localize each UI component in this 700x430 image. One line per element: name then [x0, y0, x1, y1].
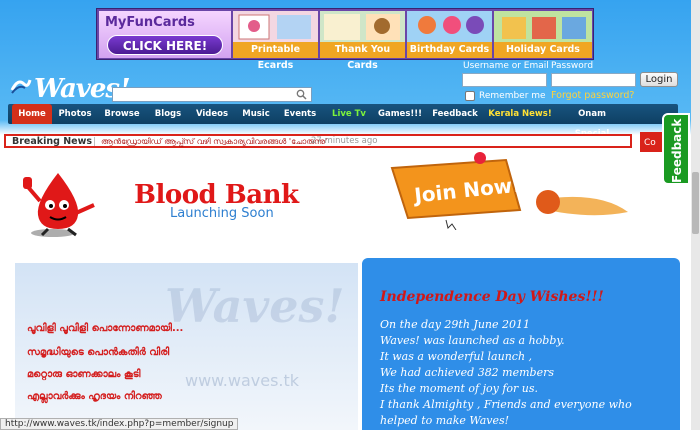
panel-line: helped to make Waves!: [380, 414, 510, 427]
ad-tile-thankyou[interactable]: Thank You Cards: [320, 11, 405, 71]
ad-tile-label: Printable Ecards: [233, 42, 318, 71]
nav-events[interactable]: Events: [280, 104, 320, 124]
ad-tile-label: Thank You Cards: [320, 42, 405, 71]
onam-line: എല്ലാവർക്കും ഹൃദയം നിറഞ്ഞ: [27, 391, 162, 402]
panel-title: Independence Day Wishes!!!: [380, 289, 604, 305]
panel-line: I thank Almighty , Friends and everyone …: [380, 398, 632, 411]
watermark-logo: Waves!: [165, 279, 345, 333]
login-button[interactable]: Login: [640, 72, 678, 87]
breaking-news-time: 27 minutes ago: [311, 136, 378, 146]
join-now-button[interactable]: Join Now!: [388, 150, 633, 230]
breaking-news-headline[interactable]: ആൻഡ്രോയിഡ് ആപ്പ്സ് വഴി സ്വകാര്യവിവരങ്ങൾ …: [101, 136, 327, 147]
feedback-tab[interactable]: Feedback: [662, 113, 690, 185]
ad-tile-printable[interactable]: Printable Ecards: [233, 11, 318, 71]
blood-drop-mascot-icon: [23, 173, 95, 237]
ad-tile-label: Birthday Cards: [407, 42, 492, 58]
ad-brand-name: MyFunCards: [105, 15, 195, 30]
divider: [94, 137, 95, 146]
main-nav: Home Photos Browse Blogs Videos Music Ev…: [8, 104, 678, 139]
card-art-icon: [407, 11, 492, 42]
card-art-icon: [233, 11, 318, 42]
panel-line: It was a wonderful launch ,: [380, 350, 533, 363]
nav-home[interactable]: Home: [12, 104, 52, 124]
banner-ad[interactable]: MyFunCards CLICK HERE! Printable Ecards …: [96, 8, 594, 71]
forgot-password-link[interactable]: Forgot password?: [551, 90, 634, 101]
panel-line: On the day 29th June 2011: [380, 318, 530, 331]
onam-panel: Waves! www.waves.tk പൂവിളി പൂവിളി പൊന്നോ…: [15, 263, 358, 430]
search-icon[interactable]: [296, 89, 307, 100]
nav-music[interactable]: Music: [238, 104, 274, 124]
watermark-url: www.waves.tk: [185, 371, 300, 390]
scrollbar-thumb[interactable]: [692, 172, 699, 234]
ad-tile-holiday[interactable]: Holiday Cards: [494, 11, 592, 58]
nav-onam-special[interactable]: Onam Special: [560, 104, 624, 139]
blood-bank-subtitle: Launching Soon: [170, 206, 274, 221]
search-input[interactable]: [112, 87, 312, 102]
password-label: Password: [551, 61, 594, 71]
panel-line: Waves! was launched as a hobby.: [380, 334, 565, 347]
ad-brand-panel[interactable]: MyFunCards CLICK HERE!: [99, 11, 231, 58]
onam-line: പൂവിളി പൂവിളി പൊന്നോണമായി...: [27, 323, 184, 334]
ad-tile-label: Holiday Cards: [494, 42, 592, 58]
breaking-news-label: Breaking News: [12, 136, 93, 147]
panel-line: We had achieved 382 members: [380, 366, 555, 379]
independence-day-panel: Independence Day Wishes!!! On the day 29…: [362, 258, 680, 430]
nav-videos[interactable]: Videos: [192, 104, 232, 124]
ad-tile-birthday[interactable]: Birthday Cards: [407, 11, 492, 58]
nav-games[interactable]: Games!!!: [376, 104, 424, 124]
nav-live-tv[interactable]: Live Tv: [328, 104, 370, 124]
ad-click-here-button[interactable]: CLICK HERE!: [107, 35, 223, 55]
status-bar-url: http://www.waves.tk/index.php?p=member/s…: [0, 418, 239, 430]
nav-blogs[interactable]: Blogs: [150, 104, 186, 124]
username-field[interactable]: [462, 73, 547, 87]
remember-checkbox[interactable]: [465, 91, 475, 101]
nav-photos[interactable]: Photos: [56, 104, 94, 124]
nav-kerala-news[interactable]: Kerala News!: [488, 104, 552, 124]
breaking-news-bar: Breaking News ആൻഡ്രോയിഡ് ആപ്പ്സ് വഴി സ്വ…: [4, 134, 632, 148]
panel-line: Its the moment of joy for us.: [380, 382, 539, 395]
logo-swirl-icon: [10, 79, 32, 94]
feedback-tab-label: Feedback: [670, 118, 684, 183]
side-widget-strip[interactable]: Co: [640, 132, 662, 152]
onam-line: സമൃദ്ധിയുടെ പൊൻകതിർ വിരി: [27, 347, 170, 358]
card-art-icon: [320, 11, 405, 42]
nav-feedback[interactable]: Feedback: [430, 104, 480, 124]
nav-browse[interactable]: Browse: [100, 104, 144, 124]
username-label: Username or Email: [463, 61, 549, 71]
onam-line: മറ്റൊരു ഓണക്കാലം കൂടി: [27, 369, 141, 380]
card-art-icon: [494, 11, 592, 42]
side-widget-text: Co: [644, 138, 656, 148]
remember-label: Remember me: [479, 91, 546, 101]
password-field[interactable]: [551, 73, 636, 87]
